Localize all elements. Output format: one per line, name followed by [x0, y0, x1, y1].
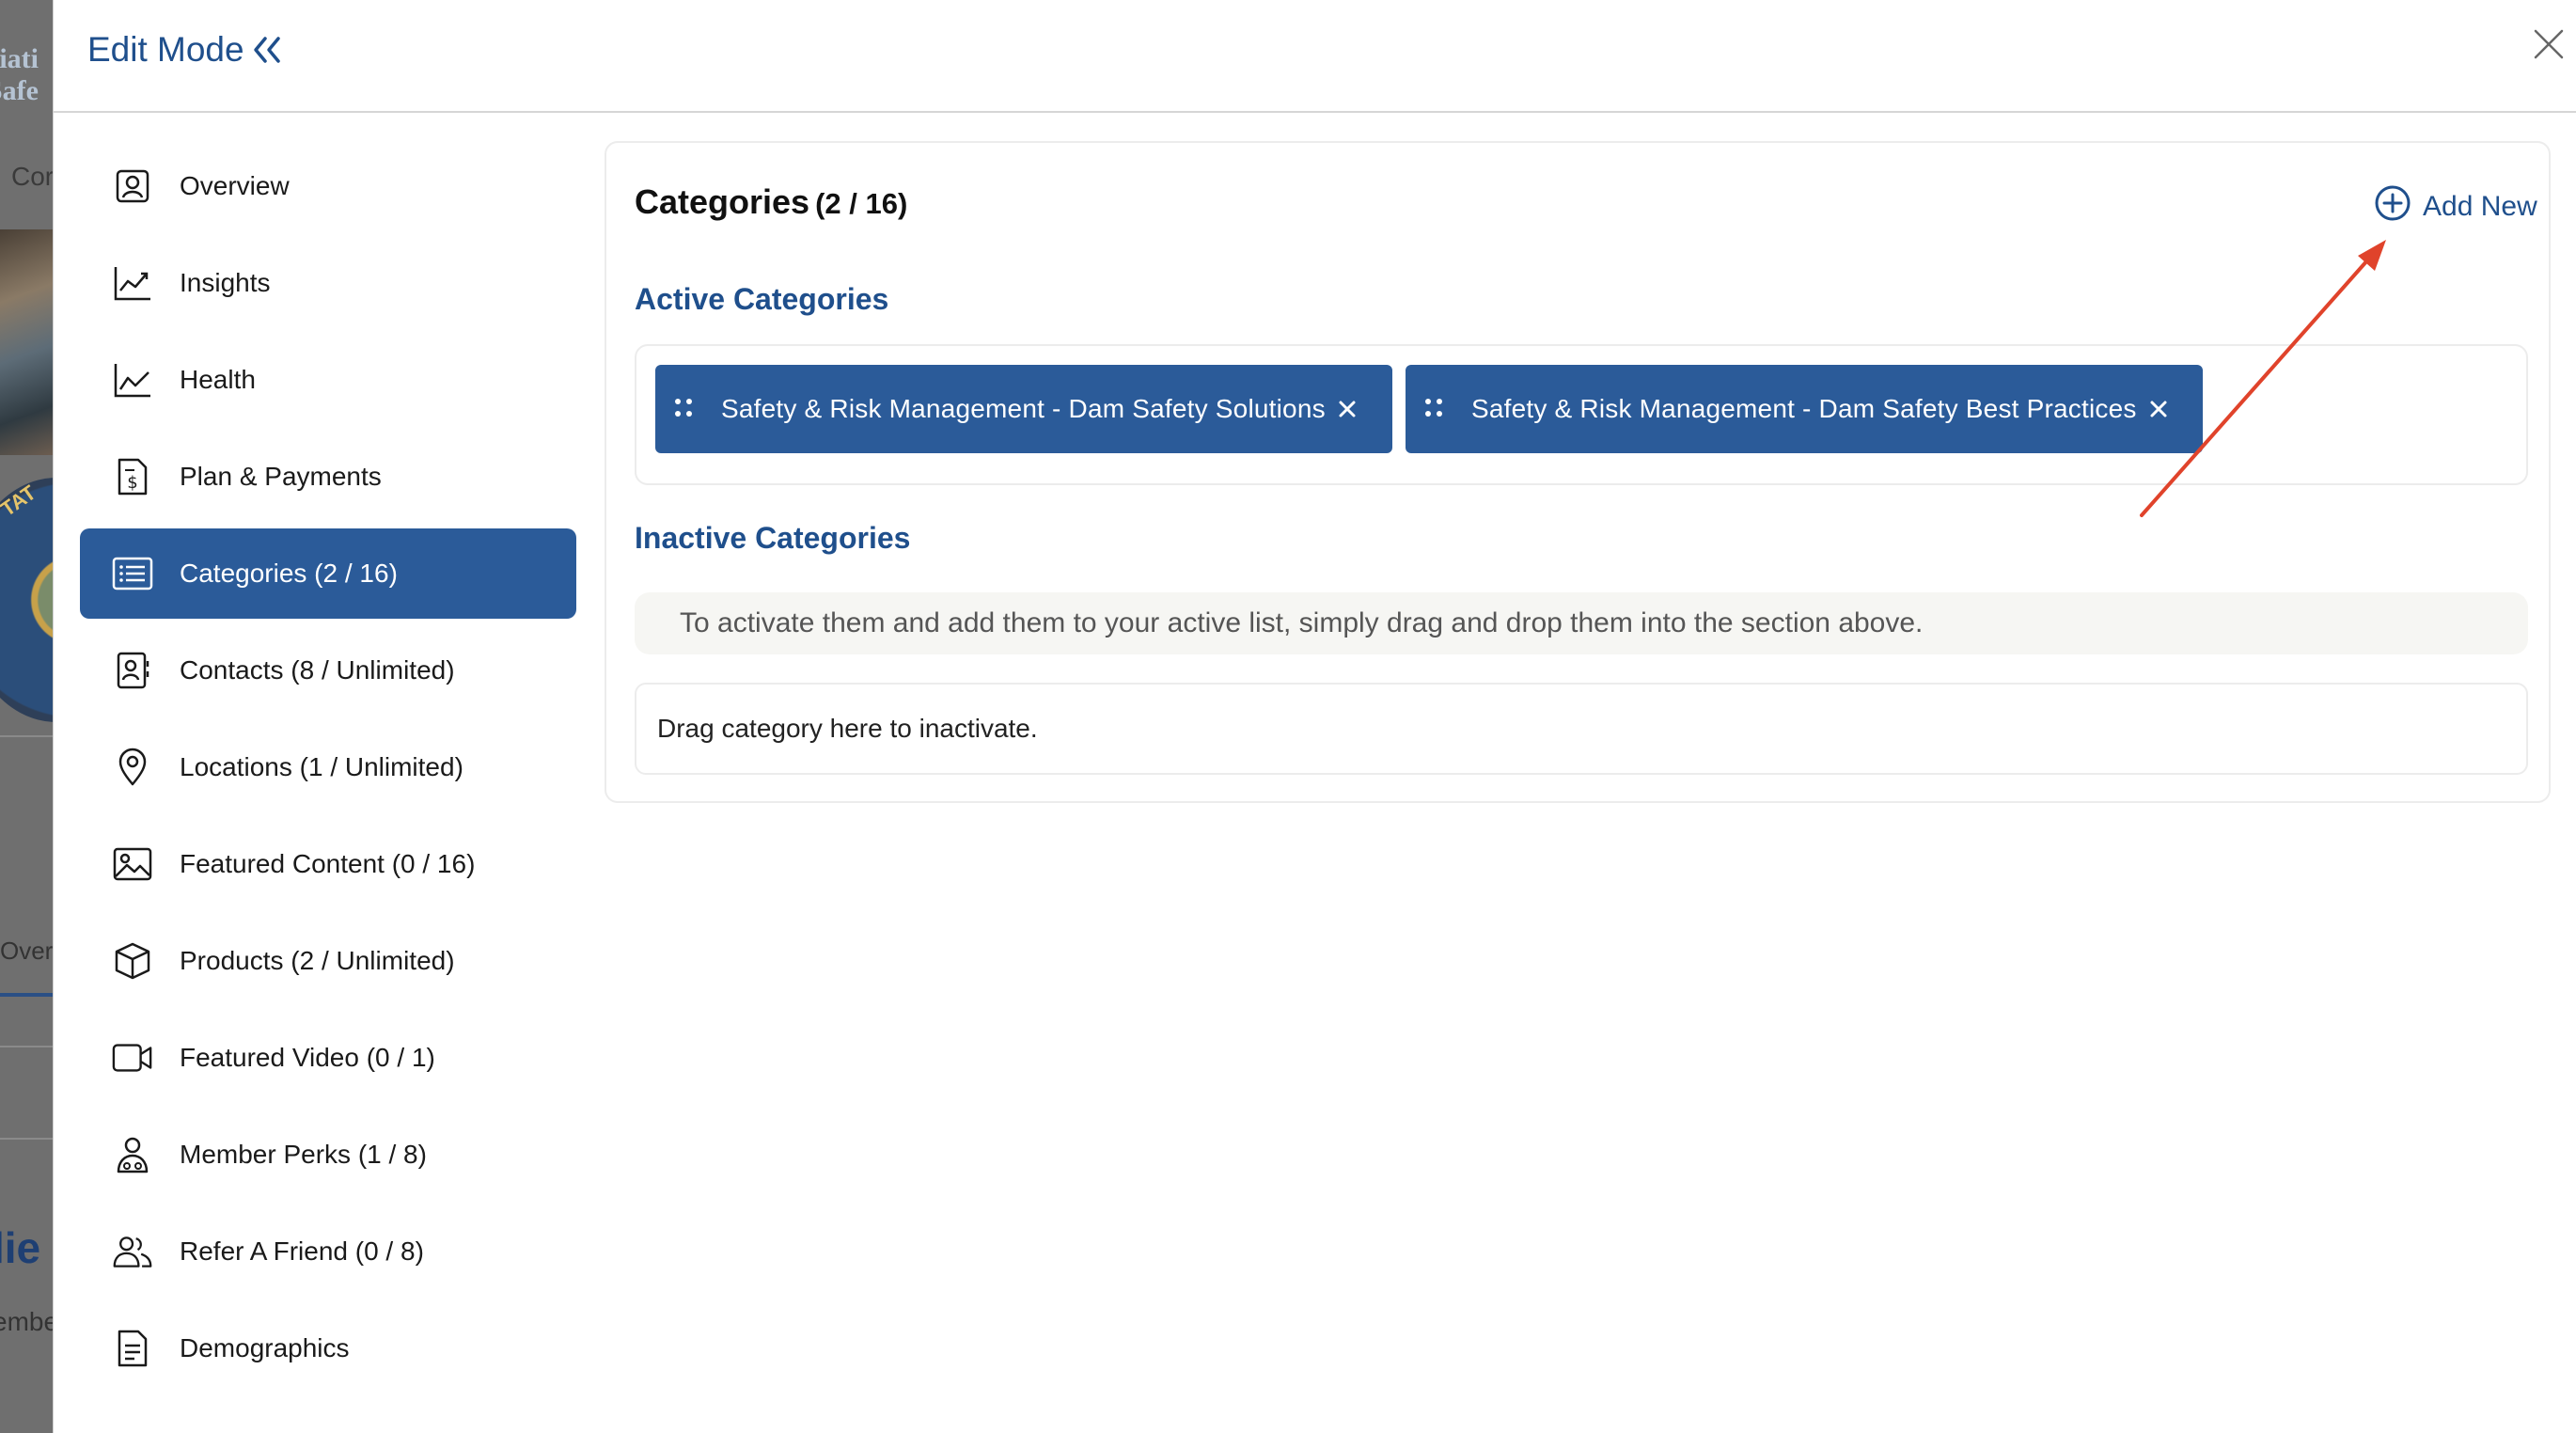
sidebar-item-label: Demographics: [180, 1333, 350, 1362]
category-chip[interactable]: Safety & Risk Management - Dam Safety Be…: [1406, 365, 2203, 453]
sidebar-item-label: Refer A Friend (0 / 8): [180, 1236, 424, 1266]
add-new-label: Add New: [2423, 191, 2537, 222]
sidebar-item-health[interactable]: Health: [80, 335, 576, 425]
background-heading: lie: [0, 1223, 41, 1272]
sidebar-item-label: Member Perks (1 / 8): [180, 1140, 427, 1169]
plus-circle-icon: [2374, 184, 2411, 229]
background-photo: [0, 229, 53, 455]
drop-zone-text: Drag category here to inactivate.: [657, 714, 1038, 743]
contact-card-icon: [112, 650, 153, 691]
users-icon: [112, 1231, 153, 1272]
double-chevron-left-icon: [252, 36, 282, 64]
sidebar-item-contacts[interactable]: Contacts (8 / Unlimited): [80, 625, 576, 716]
sidebar-item-label: Products (2 / Unlimited): [180, 946, 455, 975]
sidebar-item-label: Overview: [180, 171, 290, 200]
list-icon: [112, 553, 153, 594]
background-nav-text: Cor: [11, 162, 53, 191]
panel-title-text: Categories: [635, 182, 810, 221]
sidebar-item-label: Featured Video (0 / 1): [180, 1043, 435, 1072]
edit-mode-toggle[interactable]: Edit Mode: [87, 26, 282, 73]
inactive-categories-heading: Inactive Categories: [635, 521, 911, 555]
sidebar-nav: Overview Insights Health $ Plan & Paymen…: [80, 141, 576, 1400]
active-categories-heading: Active Categories: [635, 282, 889, 316]
document-icon: [112, 1328, 153, 1369]
image-icon: [112, 843, 153, 885]
drag-hint-banner: To activate them and add them to your ac…: [635, 592, 2528, 654]
sidebar-item-categories[interactable]: Categories (2 / 16): [80, 528, 576, 619]
category-chip-label: Safety & Risk Management - Dam Safety Be…: [1471, 394, 2137, 423]
page-title: Categories (2 / 16): [635, 182, 907, 222]
active-categories-dropzone[interactable]: Safety & Risk Management - Dam Safety So…: [635, 344, 2528, 485]
sidebar-item-featured-content[interactable]: Featured Content (0 / 16): [80, 819, 576, 909]
categories-count: (2 / 16): [815, 187, 908, 220]
close-button[interactable]: [2521, 26, 2576, 66]
sidebar-item-label: Locations (1 / Unlimited): [180, 752, 463, 781]
background-divider: [0, 1138, 53, 1140]
drawer-header: Edit Mode: [54, 0, 2576, 113]
svg-text:$: $: [127, 473, 137, 493]
close-icon: [2532, 27, 2566, 66]
background-tab: Over: [0, 937, 53, 965]
sidebar-item-overview[interactable]: Overview: [80, 141, 576, 231]
drag-handle-icon[interactable]: [672, 393, 695, 426]
sidebar-item-locations[interactable]: Locations (1 / Unlimited): [80, 722, 576, 812]
background-page: ciati Safe Cor TAT Over lie embe: [0, 0, 53, 1433]
invoice-dollar-icon: $: [112, 456, 153, 497]
category-chip[interactable]: Safety & Risk Management - Dam Safety So…: [655, 365, 1392, 453]
member-perks-icon: [112, 1134, 153, 1175]
sidebar-item-products[interactable]: Products (2 / Unlimited): [80, 916, 576, 1006]
remove-category-button[interactable]: [1337, 399, 1358, 419]
background-text: embe: [0, 1307, 53, 1336]
sidebar-item-label: Insights: [180, 268, 271, 297]
sidebar-item-insights[interactable]: Insights: [80, 238, 576, 328]
trend-chart-icon: [112, 262, 153, 304]
map-pin-icon: [112, 747, 153, 788]
remove-category-button[interactable]: [2148, 399, 2169, 419]
video-camera-icon: [112, 1037, 153, 1079]
categories-panel: Categories (2 / 16) Add New Active Catego…: [605, 141, 2551, 803]
sidebar-item-featured-video[interactable]: Featured Video (0 / 1): [80, 1013, 576, 1103]
background-divider: [0, 735, 53, 737]
sidebar-item-label: Plan & Payments: [180, 462, 382, 491]
drawer-title: Edit Mode: [87, 30, 244, 69]
edit-mode-drawer: Edit Mode Overview Insights Health $ Pla…: [53, 0, 2576, 1433]
user-square-icon: [112, 165, 153, 207]
sidebar-item-label: Health: [180, 365, 256, 394]
sidebar-item-plan-payments[interactable]: $ Plan & Payments: [80, 432, 576, 522]
close-icon: [2150, 401, 2167, 417]
line-chart-icon: [112, 359, 153, 401]
sidebar-item-label: Contacts (8 / Unlimited): [180, 655, 455, 685]
background-divider: [0, 1046, 53, 1047]
sidebar-item-refer-a-friend[interactable]: Refer A Friend (0 / 8): [80, 1206, 576, 1297]
category-chip-label: Safety & Risk Management - Dam Safety So…: [721, 394, 1326, 423]
add-new-button[interactable]: Add New: [2374, 184, 2537, 229]
sidebar-item-member-perks[interactable]: Member Perks (1 / 8): [80, 1110, 576, 1200]
background-tab-underline: [0, 993, 53, 997]
close-icon: [1339, 401, 1356, 417]
sidebar-item-label: Featured Content (0 / 16): [180, 849, 476, 878]
sidebar-item-demographics[interactable]: Demographics: [80, 1303, 576, 1394]
box-icon: [112, 940, 153, 982]
sidebar-item-label: Categories (2 / 16): [180, 559, 398, 588]
background-logo: ciati Safe: [0, 43, 39, 106]
inactive-categories-dropzone[interactable]: Drag category here to inactivate.: [635, 683, 2528, 775]
drag-handle-icon[interactable]: [1422, 393, 1445, 426]
